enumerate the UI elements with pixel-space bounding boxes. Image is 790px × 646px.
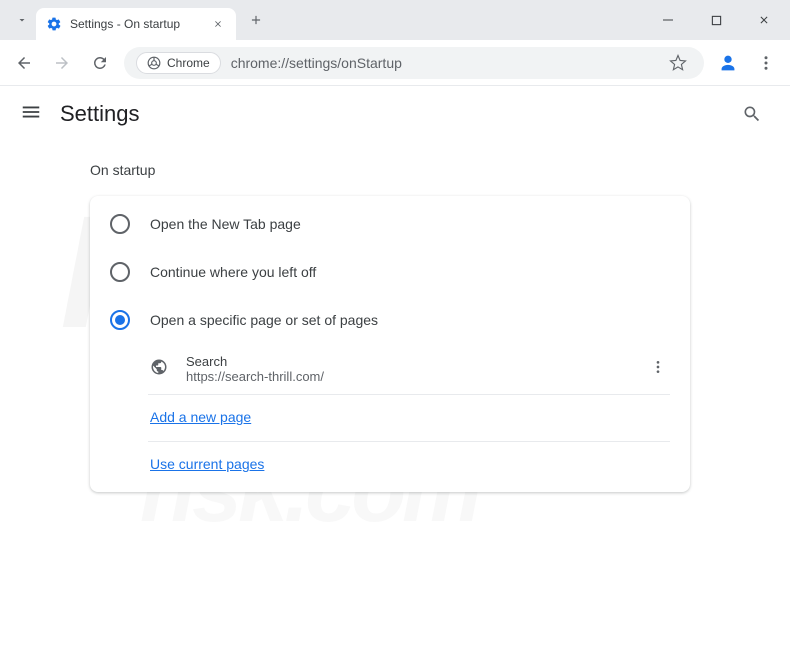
close-icon[interactable] — [210, 16, 226, 32]
startup-page-row: Search https://search-thrill.com/ — [90, 344, 690, 394]
new-tab-button[interactable] — [242, 6, 270, 34]
omnibox[interactable]: Chrome chrome://settings/onStartup — [124, 47, 704, 79]
page-url: https://search-thrill.com/ — [186, 369, 630, 384]
radio-label: Continue where you left off — [150, 264, 316, 280]
close-window-button[interactable] — [746, 2, 782, 38]
radio-icon — [110, 214, 130, 234]
tab-title: Settings - On startup — [70, 17, 202, 31]
add-page-link[interactable]: Add a new page — [150, 409, 251, 425]
back-button[interactable] — [10, 49, 38, 77]
add-page-row: Add a new page — [90, 395, 690, 441]
chrome-logo-icon — [147, 56, 161, 70]
radio-icon — [110, 310, 130, 330]
page-info: Search https://search-thrill.com/ — [186, 354, 630, 384]
radio-label: Open a specific page or set of pages — [150, 312, 378, 328]
maximize-button[interactable] — [698, 2, 734, 38]
window-controls — [650, 2, 782, 38]
reload-button[interactable] — [86, 49, 114, 77]
page-title: Settings — [60, 101, 716, 127]
url-text: chrome://settings/onStartup — [231, 55, 654, 71]
minimize-button[interactable] — [650, 2, 686, 38]
section-label: On startup — [90, 162, 790, 178]
use-current-row: Use current pages — [90, 442, 690, 488]
titlebar: Settings - On startup — [0, 0, 790, 40]
content-area: On startup Open the New Tab page Continu… — [0, 142, 790, 492]
gear-icon — [46, 16, 62, 32]
bookmark-star-icon[interactable] — [664, 49, 692, 77]
forward-button[interactable] — [48, 49, 76, 77]
radio-option-specific-pages[interactable]: Open a specific page or set of pages — [90, 296, 690, 344]
chip-label: Chrome — [167, 56, 210, 70]
startup-card: Open the New Tab page Continue where you… — [90, 196, 690, 492]
site-chip[interactable]: Chrome — [136, 52, 221, 74]
radio-icon — [110, 262, 130, 282]
globe-icon — [150, 358, 170, 381]
settings-header: Settings — [0, 86, 790, 142]
menu-icon[interactable] — [20, 101, 42, 128]
tab-dropdown-icon[interactable] — [8, 6, 36, 34]
browser-tab[interactable]: Settings - On startup — [36, 8, 236, 40]
more-vert-icon[interactable] — [752, 49, 780, 77]
radio-option-new-tab[interactable]: Open the New Tab page — [90, 200, 690, 248]
radio-label: Open the New Tab page — [150, 216, 301, 232]
address-bar: Chrome chrome://settings/onStartup — [0, 40, 790, 86]
profile-icon[interactable] — [714, 49, 742, 77]
radio-option-continue[interactable]: Continue where you left off — [90, 248, 690, 296]
more-vert-icon[interactable] — [646, 355, 670, 384]
search-icon[interactable] — [734, 96, 770, 132]
use-current-link[interactable]: Use current pages — [150, 456, 264, 472]
page-name: Search — [186, 354, 630, 369]
